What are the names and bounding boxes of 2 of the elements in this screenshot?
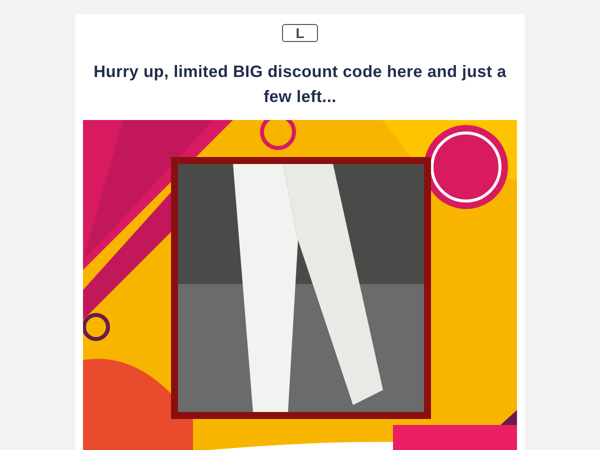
headline: Hurry up, limited BIG discount code here and just a few left... [92,62,508,108]
logo: L [282,24,318,42]
